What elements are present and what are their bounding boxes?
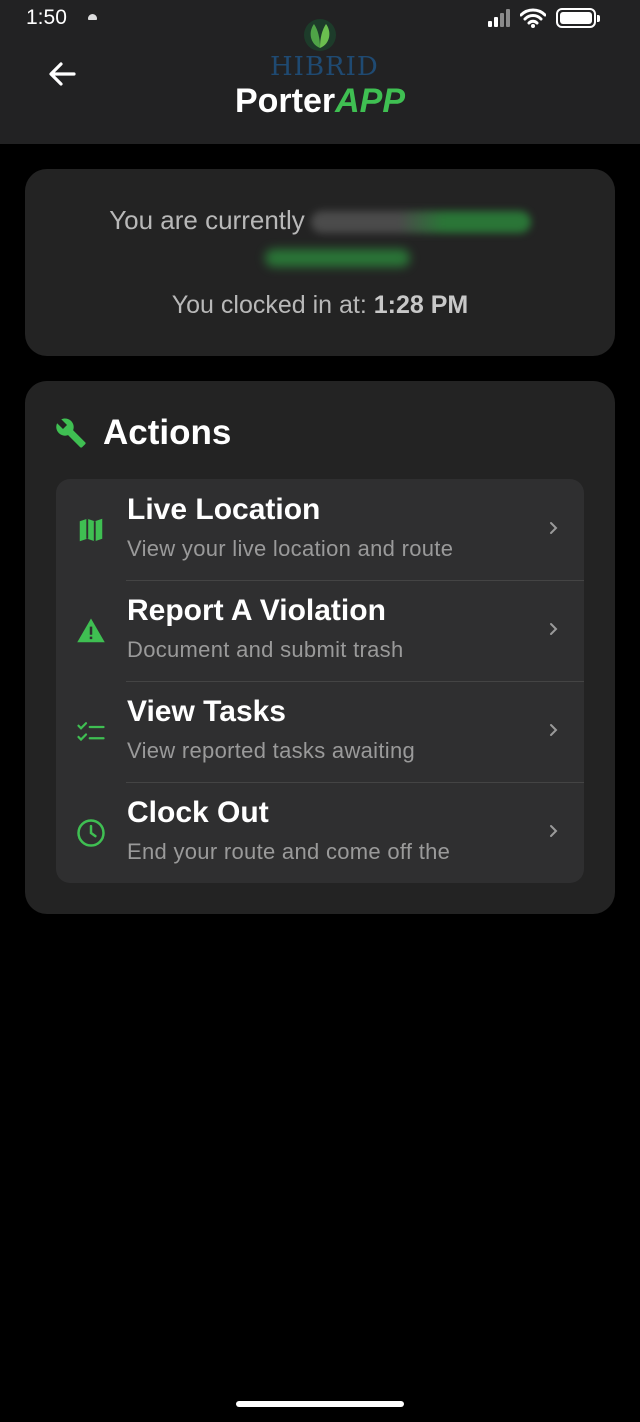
- map-icon: [79, 518, 103, 542]
- warning-icon: [77, 618, 105, 643]
- action-report-violation[interactable]: Report A Violation Document and submit t…: [56, 580, 584, 681]
- status-time: 1:50: [26, 6, 67, 29]
- clocked-label: You clocked in at:: [171, 291, 367, 319]
- chevron-right-icon: [550, 724, 558, 736]
- clock-status-card: You are currently You clocked in at: 1:2…: [25, 169, 615, 356]
- app-title-main: Porter: [234, 82, 336, 120]
- actions-header: Actions: [55, 413, 231, 453]
- action-title: View Tasks: [127, 695, 286, 728]
- clocked-time: 1:28 PM: [373, 291, 469, 319]
- action-subtitle: View your live location and route: [127, 536, 454, 561]
- clocked-in-line: You clocked in at: 1:28 PM: [25, 291, 615, 320]
- app-title-accent: APP: [335, 82, 406, 120]
- current-status-line: You are currently: [25, 205, 615, 236]
- redacted-location: [265, 249, 410, 267]
- wifi-icon: [520, 8, 546, 28]
- checklist-icon: [77, 722, 105, 742]
- battery-icon: [556, 8, 600, 28]
- chevron-right-icon: [550, 825, 558, 837]
- action-view-tasks[interactable]: View Tasks View reported tasks awaiting: [56, 681, 584, 782]
- chevron-right-icon: [550, 623, 558, 635]
- wrench-icon: [56, 418, 86, 448]
- home-indicator[interactable]: [236, 1401, 404, 1407]
- actions-title: Actions: [103, 413, 232, 452]
- action-title: Report A Violation: [127, 594, 386, 627]
- signal-icon: [488, 9, 510, 27]
- hibrid-logo: HIBRID: [270, 18, 379, 82]
- app-title: PorterAPP: [0, 82, 640, 121]
- action-subtitle: End your route and come off the: [127, 839, 451, 864]
- chevron-right-icon: [550, 522, 558, 534]
- redacted-status: [310, 211, 531, 234]
- action-clock-out[interactable]: Clock Out End your route and come off th…: [56, 782, 584, 883]
- actions-list: Live Location View your live location an…: [56, 479, 584, 883]
- currently-text: You are currently: [109, 205, 305, 235]
- action-title: Clock Out: [127, 796, 269, 829]
- action-title: Live Location: [127, 493, 321, 526]
- action-live-location[interactable]: Live Location View your live location an…: [56, 479, 584, 580]
- logo-text: HIBRID: [270, 52, 379, 82]
- leaf-logo-icon: [304, 19, 336, 51]
- action-subtitle: View reported tasks awaiting: [127, 738, 416, 763]
- actions-card: Actions Live Location View your live loc…: [25, 381, 615, 914]
- notification-dot-icon: [88, 14, 97, 20]
- app-header: 1:50 HIBRID PorterAPP: [0, 0, 640, 144]
- action-subtitle: Document and submit trash: [127, 637, 404, 662]
- clock-icon: [77, 819, 105, 847]
- status-icons: [488, 8, 600, 28]
